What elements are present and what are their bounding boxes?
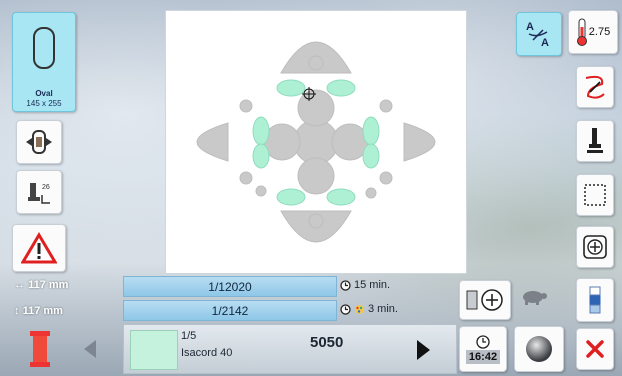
thread-spool-icon xyxy=(30,331,50,367)
hoop-name: Oval xyxy=(35,89,53,98)
svg-text:A: A xyxy=(541,37,549,49)
close-button[interactable] xyxy=(576,328,614,370)
height-readout: ↕ 117 mm xyxy=(14,305,63,317)
jump-stitch-button[interactable] xyxy=(576,66,614,108)
dashed-rectangle-icon xyxy=(584,184,606,206)
leaf-top-left xyxy=(276,79,306,97)
thickness-value: 2.75 xyxy=(588,26,611,38)
clock-time: 16:42 xyxy=(465,349,501,364)
color-counter-bar: 1/2142 xyxy=(123,300,337,321)
center-needle-button[interactable] xyxy=(459,280,511,320)
clock-icon xyxy=(340,279,351,291)
embroidery-preview[interactable] xyxy=(165,10,467,274)
oval-hoop-icon xyxy=(33,27,55,69)
warning-triangle-icon xyxy=(21,232,57,264)
thread-spool-button[interactable] xyxy=(22,327,58,371)
clock-icon xyxy=(340,303,351,315)
thread-brand-name: Isacord 40 xyxy=(181,347,233,359)
thermometer-icon xyxy=(576,18,587,46)
stitch-counter-bar: 1/12020 xyxy=(123,276,337,297)
width-value: 117 mm xyxy=(28,279,69,291)
warning-button[interactable] xyxy=(12,224,66,272)
tension-a-icon: A A xyxy=(526,21,549,49)
close-icon xyxy=(586,340,604,358)
hoop-move-icon xyxy=(26,130,52,154)
width-arrow-icon: ↔ xyxy=(14,279,25,291)
thread-color-panel: 1/5 Isacord 40 5050 xyxy=(123,324,457,374)
center-crosshair-icon xyxy=(583,235,607,259)
center-flower xyxy=(293,119,339,165)
start-stop-icon xyxy=(526,336,552,362)
dot-top xyxy=(308,55,324,71)
thread-color-index: 1/5 xyxy=(181,330,197,342)
color-list-button[interactable] xyxy=(576,278,614,322)
hoop-dims: 145 x 255 xyxy=(26,99,62,108)
dot-tl xyxy=(239,99,253,113)
dot-br xyxy=(379,171,393,185)
color-counter: 1/2142 xyxy=(211,303,249,318)
thread-color-swatch xyxy=(130,330,178,370)
color-palette-icon xyxy=(355,304,364,314)
total-time: 15 min. xyxy=(340,279,390,291)
height-arrow-icon: ↕ xyxy=(14,305,20,317)
leaf-left-bottom xyxy=(252,143,270,169)
jump-stitch-icon xyxy=(585,75,605,99)
color-time: 3 min. xyxy=(340,303,398,315)
presser-foot-lift-button[interactable] xyxy=(576,120,614,162)
start-stop-button[interactable] xyxy=(514,326,564,372)
petal-bottom xyxy=(297,157,335,195)
next-color-arrow[interactable] xyxy=(417,340,430,360)
center-design-button[interactable] xyxy=(576,226,614,268)
dot-bl xyxy=(239,171,253,185)
height-value: 117 mm xyxy=(22,305,63,317)
total-time-value: 15 min. xyxy=(354,279,391,291)
leaf-bottom-right xyxy=(326,188,356,206)
hoop-center-icon xyxy=(466,289,503,311)
thread-thickness-button[interactable]: 2.75 xyxy=(568,10,618,54)
dot-br2 xyxy=(365,187,377,199)
dot-bl2 xyxy=(255,185,267,197)
thread-tension-button[interactable]: A A xyxy=(516,12,562,56)
svg-text:A: A xyxy=(526,21,534,33)
clock-time-button[interactable]: 16:42 xyxy=(459,326,507,372)
leaf-top-right xyxy=(326,79,356,97)
svg-text:26: 26 xyxy=(42,184,50,191)
color-bars-icon xyxy=(589,286,601,314)
leaf-right-top xyxy=(362,116,380,146)
tortoise-icon xyxy=(523,291,547,305)
presser-foot-lift-icon xyxy=(587,128,603,153)
stitch-counter: 1/12020 xyxy=(208,279,252,294)
dot-tr xyxy=(379,99,393,113)
petal-top xyxy=(297,89,335,127)
previous-color-arrow[interactable] xyxy=(84,340,96,358)
fan-right xyxy=(403,122,436,162)
dot-bottom xyxy=(308,213,324,229)
leaf-bottom-left xyxy=(276,188,306,206)
color-time-value: 3 min. xyxy=(368,303,398,315)
hoop-select-button[interactable]: Oval 145 x 255 xyxy=(12,12,76,112)
design-preview-svg xyxy=(196,41,436,243)
fan-left xyxy=(196,122,229,162)
presser-foot-icon: 26 xyxy=(28,183,50,204)
leaf-right-bottom xyxy=(362,143,380,169)
clock-icon xyxy=(476,334,490,349)
hoop-move-button[interactable] xyxy=(16,120,62,164)
presser-foot-button[interactable]: 26 xyxy=(16,170,62,214)
thread-number: 5050 xyxy=(310,334,344,351)
design-outline-button[interactable] xyxy=(576,174,614,216)
tortoise-speed-icon[interactable] xyxy=(520,286,548,313)
leaf-left-top xyxy=(252,116,270,146)
width-readout: ↔ 117 mm xyxy=(14,279,68,291)
